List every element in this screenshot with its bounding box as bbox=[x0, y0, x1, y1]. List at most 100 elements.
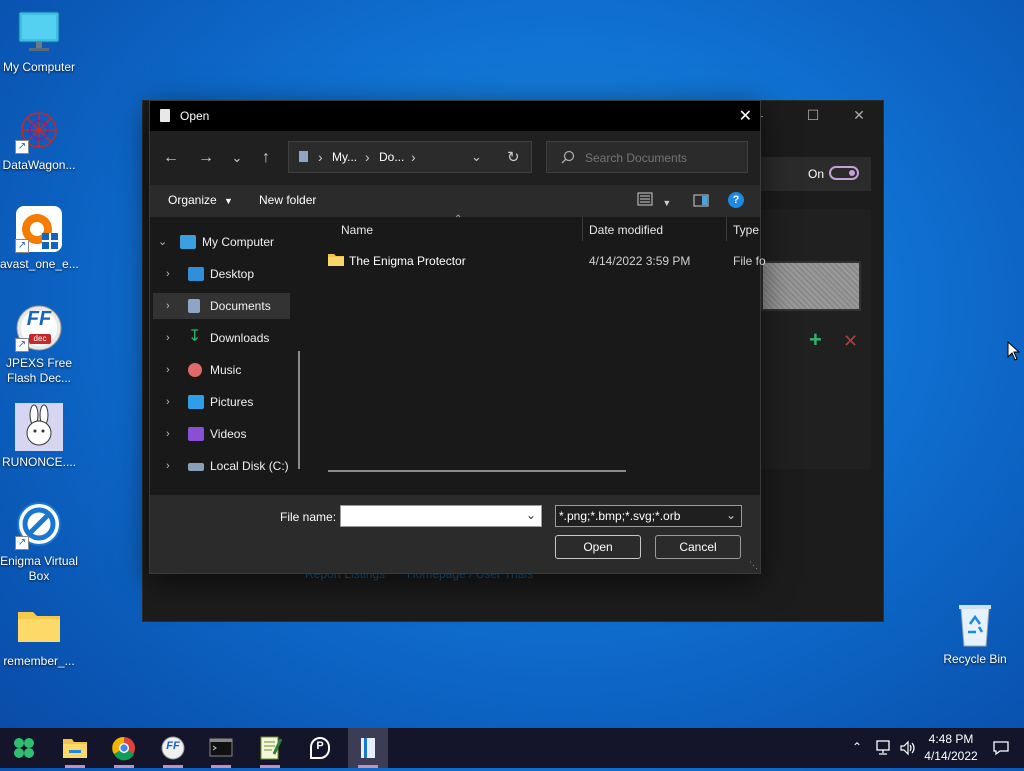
start-button[interactable] bbox=[4, 728, 44, 768]
taskbar-jpexs[interactable]: FF bbox=[153, 728, 193, 768]
file-type-filter[interactable]: *.png;*.bmp;*.svg;*.orb ⌄ bbox=[555, 505, 742, 527]
chrome-icon bbox=[112, 736, 135, 761]
folder-icon bbox=[328, 253, 344, 270]
open-file-dialog: Open ✕ ← → ⌄ ↑ › My... › Do... › ⌄ ↻ Org… bbox=[149, 100, 766, 574]
help-icon[interactable]: ? bbox=[728, 192, 744, 208]
clock[interactable]: 4:48 PM 4/14/2022 bbox=[920, 731, 982, 765]
tree-item-my-computer[interactable]: ⌄ My Computer bbox=[142, 229, 282, 255]
mouse-cursor-icon bbox=[1007, 340, 1021, 364]
desktop-icon-recycle-bin[interactable]: Recycle Bin bbox=[936, 600, 1014, 667]
search-input[interactable] bbox=[583, 148, 737, 168]
taskbar-app-p[interactable]: P bbox=[300, 728, 340, 768]
tray-overflow-chevron[interactable]: ⌃ bbox=[852, 740, 862, 754]
enigma-icon: ↗ bbox=[15, 502, 63, 550]
network-icon[interactable] bbox=[874, 740, 892, 759]
tree-item-label: Pictures bbox=[210, 395, 254, 409]
recent-locations-button[interactable]: ⌄ bbox=[226, 147, 248, 169]
horizontal-scrollbar[interactable] bbox=[328, 470, 626, 472]
desktop-icon-label: Enigma Virtual Box bbox=[0, 554, 78, 583]
address-bar[interactable]: › My... › Do... › ⌄ ↻ bbox=[288, 141, 532, 173]
bg-maximize-button[interactable]: ☐ bbox=[798, 107, 828, 124]
shortcut-arrow-icon: ↗ bbox=[15, 338, 29, 352]
breadcrumb-documents[interactable]: Do... bbox=[379, 150, 404, 164]
desktop-icon-datawagon[interactable]: ↗ DataWagon... bbox=[0, 106, 78, 173]
desktop-icon-label: JPEXS Free Flash Dec... bbox=[5, 356, 73, 385]
desktop-icon-label: My Computer bbox=[2, 60, 76, 74]
view-options-button[interactable]: ▼ bbox=[637, 192, 671, 209]
dialog-close-button[interactable]: ✕ bbox=[739, 106, 752, 126]
tree-item-local-disk[interactable]: › Local Disk (C:) bbox=[150, 453, 290, 479]
search-box[interactable] bbox=[546, 141, 748, 173]
column-header-date[interactable]: Date modified bbox=[589, 223, 663, 237]
chevron-right-icon[interactable]: › bbox=[166, 357, 170, 383]
chevron-right-icon[interactable]: › bbox=[166, 453, 170, 479]
tree-item-documents[interactable]: › Documents bbox=[153, 293, 290, 319]
resize-grip-icon[interactable]: ⋱ bbox=[749, 560, 758, 571]
bg-toggle-switch[interactable] bbox=[829, 166, 859, 180]
tree-item-downloads[interactable]: › ↧ Downloads bbox=[150, 325, 290, 351]
taskbar-enigma-app[interactable] bbox=[348, 728, 388, 768]
chevron-down-icon[interactable]: ⌄ bbox=[526, 508, 536, 522]
taskbar-file-explorer[interactable] bbox=[55, 728, 95, 768]
tree-scrollbar[interactable] bbox=[298, 351, 300, 469]
file-name-combobox[interactable]: ⌄ bbox=[340, 505, 542, 527]
bg-add-icon[interactable]: + bbox=[809, 327, 822, 353]
file-date: 4/14/2022 3:59 PM bbox=[589, 254, 691, 268]
chevron-right-icon[interactable]: › bbox=[166, 389, 170, 415]
breadcrumb-my-computer[interactable]: My... bbox=[332, 150, 357, 164]
taskbar-terminal[interactable] bbox=[201, 728, 241, 768]
file-name-input[interactable] bbox=[344, 508, 518, 526]
organize-button[interactable]: Organize ▼ bbox=[168, 193, 233, 207]
tree-item-desktop[interactable]: › Desktop bbox=[150, 261, 290, 287]
bg-toggle-row: On bbox=[761, 157, 871, 191]
desktop-icon-remember[interactable]: remember_... bbox=[0, 602, 78, 669]
notepad-icon bbox=[260, 736, 283, 760]
desktop-icon-jpexs[interactable]: FF dec ↗ JPEXS Free Flash Dec... bbox=[0, 304, 78, 386]
taskbar: FF P ⌃ 4:48 PM 4/14/2022 bbox=[0, 728, 1024, 768]
bg-close-button[interactable]: ✕ bbox=[844, 107, 874, 124]
desktop-icon-avast[interactable]: ↗ avast_one_e... bbox=[0, 205, 79, 272]
tree-item-videos[interactable]: › Videos bbox=[150, 421, 290, 447]
bg-preview-image bbox=[761, 261, 861, 311]
desktop-icon-runonce[interactable]: RUNONCE.... bbox=[0, 403, 78, 470]
dialog-footer: File name: ⌄ *.png;*.bmp;*.svg;*.orb ⌄ O… bbox=[150, 495, 760, 573]
enigma-app-icon bbox=[361, 738, 375, 758]
notifications-icon[interactable] bbox=[992, 740, 1010, 759]
sort-up-icon: ⌃ bbox=[454, 214, 463, 225]
chevron-right-icon[interactable]: › bbox=[166, 261, 170, 287]
preview-pane-icon[interactable] bbox=[693, 194, 709, 211]
new-folder-button[interactable]: New folder bbox=[259, 193, 316, 207]
monitor-icon bbox=[15, 8, 63, 56]
tree-item-music[interactable]: › Music bbox=[150, 357, 290, 383]
up-button[interactable]: ↑ bbox=[255, 147, 277, 169]
open-button[interactable]: Open bbox=[555, 535, 641, 559]
column-header-type[interactable]: Type bbox=[733, 223, 759, 237]
refresh-icon[interactable]: ↻ bbox=[507, 148, 520, 166]
breadcrumb-separator: › bbox=[365, 149, 370, 165]
desktop-icon-label: DataWagon... bbox=[2, 158, 76, 172]
back-button[interactable]: ← bbox=[160, 147, 182, 169]
taskbar-notepad[interactable] bbox=[250, 728, 290, 768]
cancel-button[interactable]: Cancel bbox=[655, 535, 741, 559]
ff-text: FF bbox=[26, 308, 52, 330]
column-header-name[interactable]: Name bbox=[341, 223, 373, 237]
chevron-right-icon[interactable]: › bbox=[166, 421, 170, 447]
bg-remove-icon[interactable]: ✕ bbox=[843, 331, 858, 352]
column-separator bbox=[582, 217, 583, 241]
volume-icon[interactable] bbox=[899, 740, 917, 759]
tree-item-pictures[interactable]: › Pictures bbox=[150, 389, 290, 415]
desktop-icon-enigma-virtual-box[interactable]: ↗ Enigma Virtual Box bbox=[0, 502, 78, 584]
chevron-right-icon[interactable]: › bbox=[166, 325, 170, 351]
bg-side-panel: + ✕ bbox=[761, 209, 871, 469]
chevron-down-icon[interactable]: ⌄ bbox=[158, 229, 167, 255]
documents-icon bbox=[188, 299, 200, 313]
desktop-icon-my-computer[interactable]: My Computer bbox=[0, 8, 78, 75]
tree-item-label: Videos bbox=[210, 427, 247, 441]
file-row[interactable]: The Enigma Protector 4/14/2022 3:59 PM F… bbox=[326, 249, 766, 273]
address-dropdown-icon[interactable]: ⌄ bbox=[471, 149, 482, 165]
taskbar-chrome[interactable] bbox=[104, 728, 144, 768]
bg-toggle-label: On bbox=[808, 167, 825, 181]
desktop-icon-label: Recycle Bin bbox=[943, 652, 1007, 666]
chevron-right-icon[interactable]: › bbox=[166, 293, 170, 319]
forward-button[interactable]: → bbox=[195, 147, 217, 169]
